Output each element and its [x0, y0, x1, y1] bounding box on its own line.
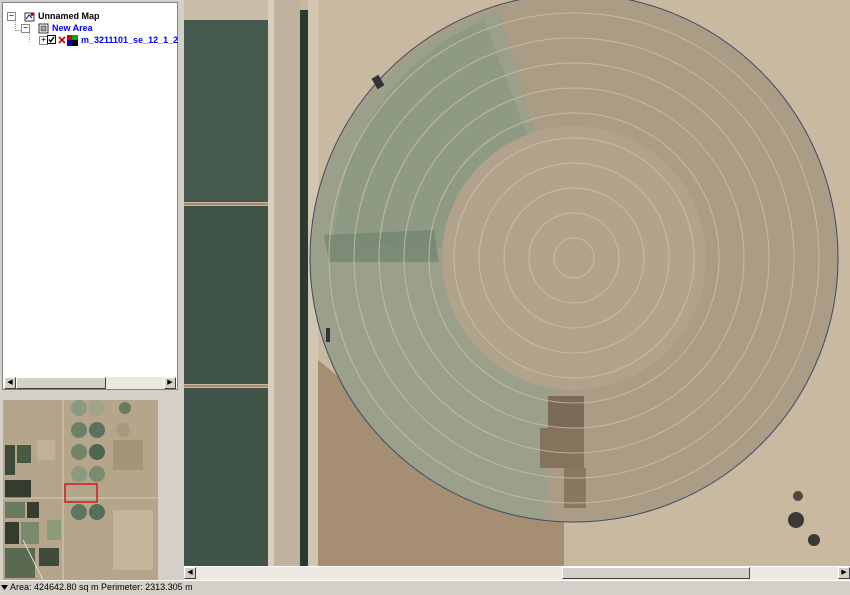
- status-bar: Area: 424642.80 sq m Perimeter: 2313.305…: [0, 580, 850, 595]
- collapse-toggle[interactable]: −: [21, 24, 30, 33]
- scroll-right-arrow-icon[interactable]: ▶: [838, 567, 850, 579]
- checkbox-checked-icon[interactable]: [47, 35, 56, 44]
- scroll-left-arrow-icon[interactable]: ◀: [4, 377, 16, 389]
- layer-name-label[interactable]: m_3211101_se_12_1_2: [81, 34, 178, 47]
- scroll-thumb[interactable]: [16, 377, 106, 389]
- remove-x-icon[interactable]: [58, 36, 66, 44]
- collapse-toggle[interactable]: −: [7, 12, 16, 21]
- measurement-readout: Area: 424642.80 sq m Perimeter: 2313.305…: [10, 582, 193, 592]
- raster-layer-icon: [67, 35, 78, 46]
- map-horizontal-scrollbar[interactable]: ◀ ▶: [184, 566, 850, 580]
- scroll-left-arrow-icon[interactable]: ◀: [184, 567, 196, 579]
- map-view[interactable]: [184, 0, 850, 566]
- toc-horizontal-scrollbar[interactable]: ◀ ▶: [4, 376, 176, 389]
- scroll-thumb[interactable]: [562, 567, 750, 579]
- dropdown-arrow-icon[interactable]: [1, 584, 8, 591]
- map-icon: [24, 12, 35, 22]
- area-icon: [38, 23, 49, 34]
- overview-imagery: [3, 400, 158, 580]
- table-of-contents-panel: − Unnamed Map − New Area + m_3211101_se_…: [2, 2, 178, 390]
- overview-map[interactable]: [3, 400, 158, 580]
- scroll-right-arrow-icon[interactable]: ▶: [164, 377, 176, 389]
- aerial-imagery: [184, 0, 850, 566]
